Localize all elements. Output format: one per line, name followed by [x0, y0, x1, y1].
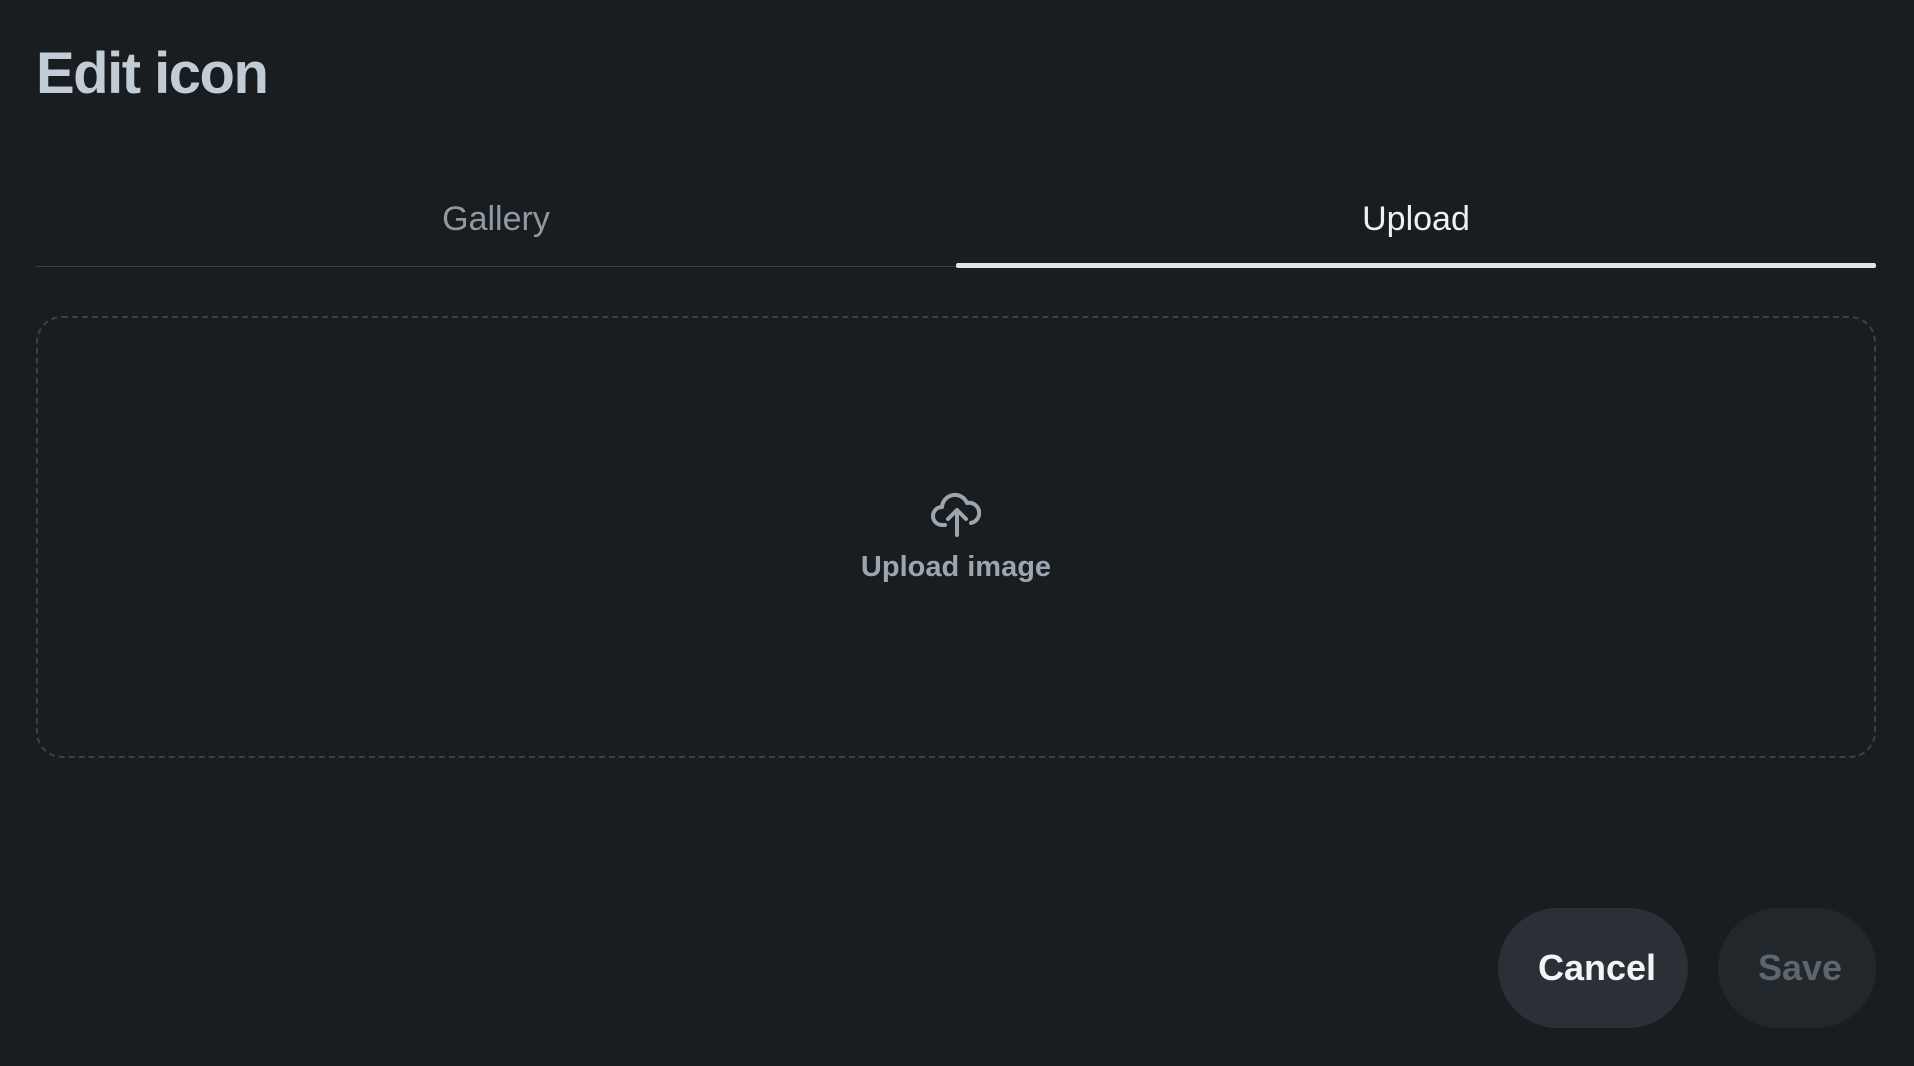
cancel-button[interactable]: Cancel	[1498, 908, 1688, 1028]
dialog-title: Edit icon	[36, 41, 269, 106]
tab-gallery[interactable]: Gallery	[36, 176, 956, 266]
cloud-upload-icon	[931, 492, 981, 537]
edit-icon-dialog: Edit icon Gallery Upload Upload image Ca…	[0, 0, 1914, 1066]
upload-dropzone[interactable]: Upload image	[36, 316, 1876, 758]
tab-bar: Gallery Upload	[36, 176, 1876, 268]
upload-image-label: Upload image	[860, 550, 1052, 583]
dialog-footer: Cancel Save	[1498, 908, 1876, 1028]
tab-upload[interactable]: Upload	[956, 176, 1876, 268]
save-button[interactable]: Save	[1718, 908, 1876, 1028]
